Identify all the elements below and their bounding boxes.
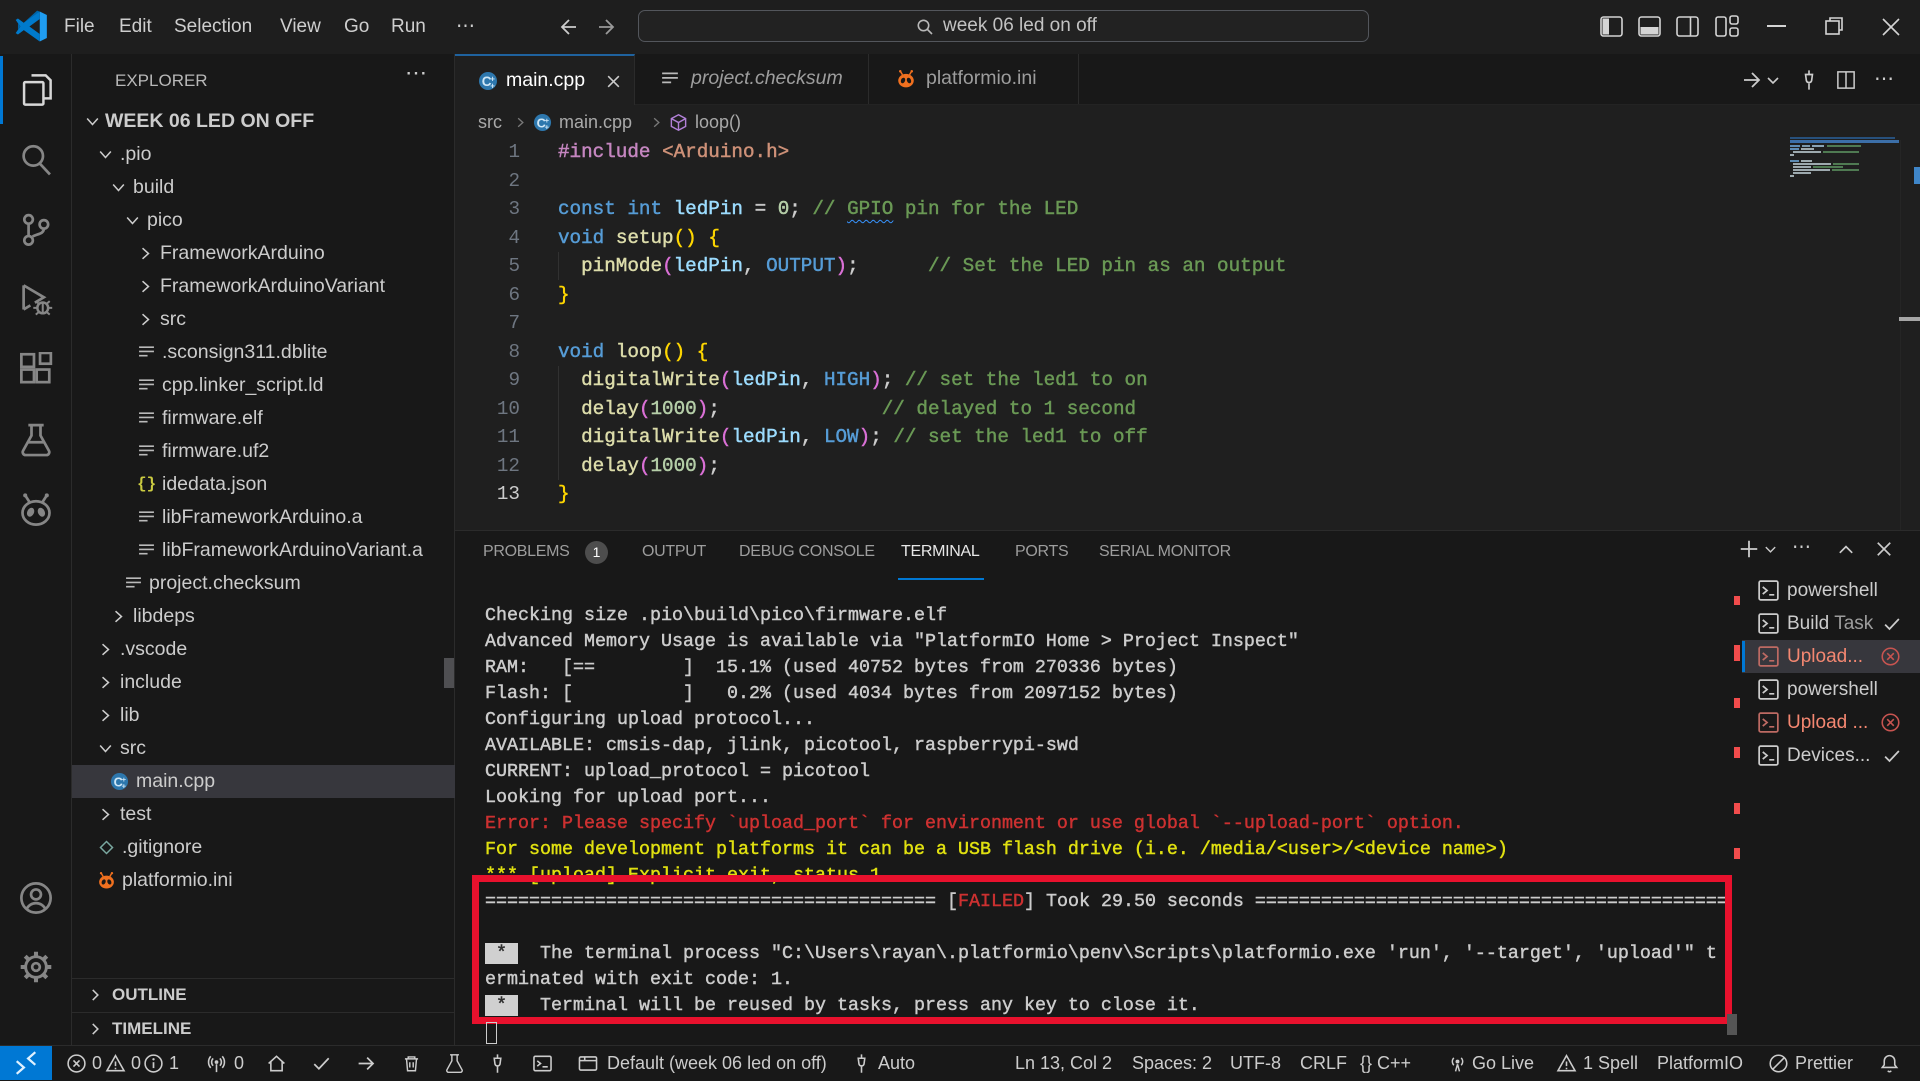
- svg-text:+: +: [545, 123, 550, 132]
- svg-text:+: +: [122, 782, 127, 791]
- svg-text:+: +: [490, 81, 495, 90]
